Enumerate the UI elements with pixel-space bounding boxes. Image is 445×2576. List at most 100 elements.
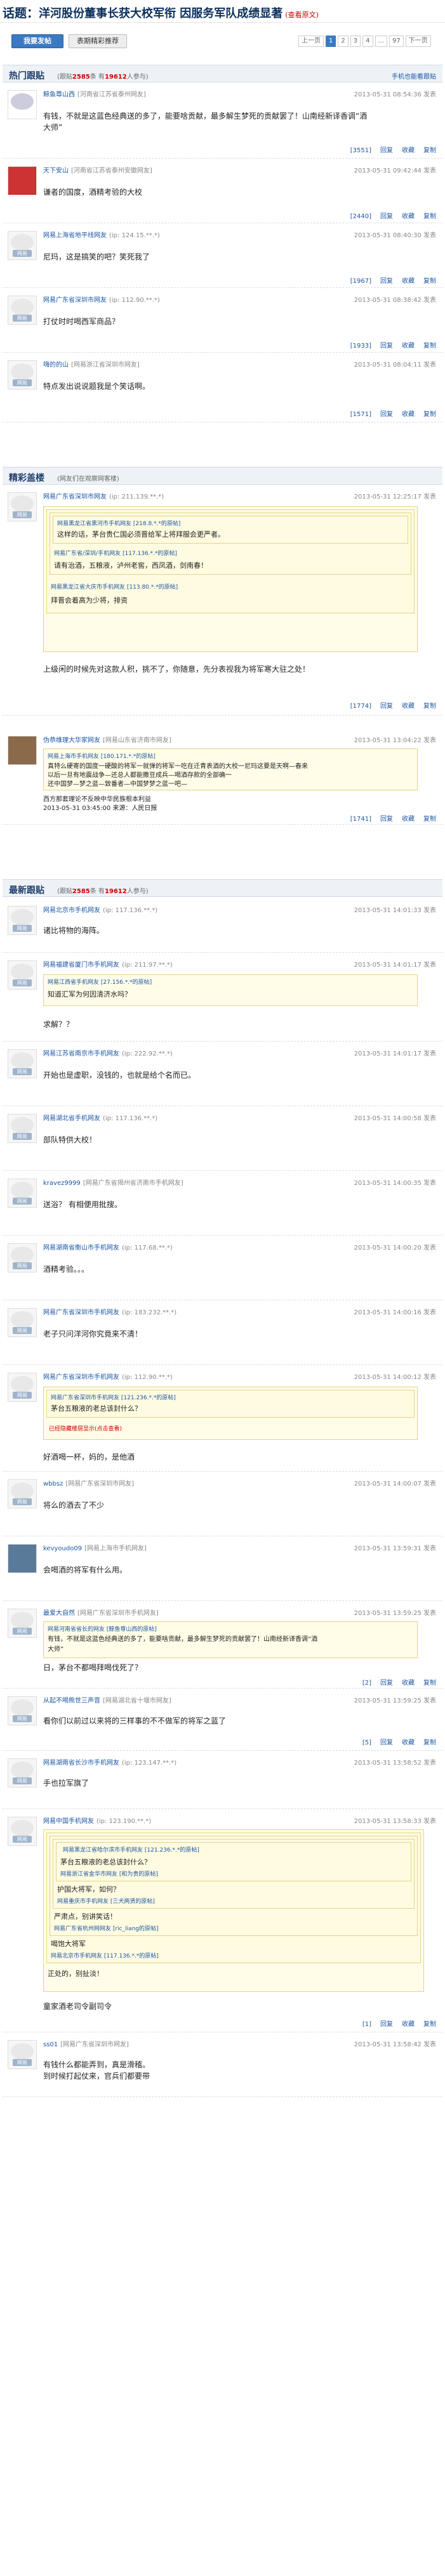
avatar[interactable]: 网易 bbox=[8, 1817, 37, 1846]
collect-button[interactable]: 收藏 bbox=[402, 1680, 415, 1687]
quick-post-button[interactable]: 我要发帖 bbox=[11, 34, 63, 48]
recommend-button[interactable]: 表期精彩推荐 bbox=[69, 34, 127, 48]
share-button[interactable]: 复制 bbox=[423, 343, 436, 350]
avatar[interactable]: 网易 bbox=[8, 960, 37, 990]
quote-author[interactable]: 网易江西省手机网友 [27.156.*.*的原帖] bbox=[48, 977, 152, 986]
username[interactable]: 网易广东省深圳市网友 bbox=[43, 297, 107, 304]
share-button[interactable]: 复制 bbox=[423, 816, 436, 823]
support-count[interactable]: [5] bbox=[362, 1739, 371, 1746]
avatar[interactable]: 网易 bbox=[8, 2040, 37, 2069]
expand-hidden-floors[interactable]: 已经隐藏楼层显示(点击查看) bbox=[49, 1424, 122, 1432]
collect-button[interactable]: 收藏 bbox=[402, 1739, 415, 1746]
avatar[interactable]: 网易 bbox=[8, 1696, 37, 1725]
avatar[interactable]: 网易 bbox=[8, 1049, 37, 1078]
quote-author[interactable]: 网易黑龙江省黑河市手机网友 [218.8.*.*的原帖] bbox=[57, 519, 180, 527]
avatar[interactable]: 网易 bbox=[8, 1243, 37, 1272]
avatar[interactable]: 网易 bbox=[8, 1479, 37, 1508]
page-97[interactable]: 97 bbox=[389, 36, 404, 47]
page-3[interactable]: 3 bbox=[350, 36, 361, 47]
reply-button[interactable]: 回复 bbox=[380, 703, 393, 710]
page-prev[interactable]: 上一页 bbox=[298, 36, 324, 47]
username[interactable]: 网易上海省地平线网友 bbox=[43, 232, 107, 239]
collect-button[interactable]: 收藏 bbox=[402, 411, 415, 418]
reply-button[interactable]: 回复 bbox=[380, 1680, 393, 1687]
avatar[interactable]: 网易 bbox=[8, 231, 37, 260]
support-count[interactable]: [1741] bbox=[350, 816, 371, 823]
quote-author[interactable]: 网易河南省省长的网友 [鲸鱼尊山西的原帖] bbox=[48, 1625, 157, 1633]
username[interactable]: kravez9999 bbox=[43, 1180, 81, 1187]
avatar[interactable]: 网易 bbox=[8, 360, 37, 389]
reply-button[interactable]: 回复 bbox=[380, 1739, 393, 1746]
quote-author[interactable]: 网易黑龙江省大庆市手机网友 [113.80.*.*的原帖] bbox=[51, 582, 178, 591]
username[interactable]: ss01 bbox=[43, 2041, 58, 2048]
avatar[interactable]: 网易 bbox=[8, 1609, 37, 1638]
share-button[interactable]: 复制 bbox=[423, 1680, 436, 1687]
quote-author[interactable]: 网易广东省杭州网网友 [ric_liang的原帖] bbox=[54, 1924, 159, 1932]
avatar[interactable]: 网易 bbox=[8, 1114, 37, 1143]
page-2[interactable]: 2 bbox=[338, 36, 349, 47]
share-button[interactable]: 复制 bbox=[423, 2021, 436, 2028]
support-count[interactable]: [1571] bbox=[350, 411, 371, 418]
collect-button[interactable]: 收藏 bbox=[402, 278, 415, 285]
username[interactable]: 网易湖南省长沙市手机网友 bbox=[43, 1760, 119, 1767]
support-count[interactable]: [1774] bbox=[350, 703, 371, 710]
username[interactable]: 网易广东省深圳市网友 bbox=[43, 494, 107, 500]
username[interactable]: 嗨的的山 bbox=[43, 362, 69, 369]
share-button[interactable]: 复制 bbox=[423, 213, 436, 220]
quote-author[interactable]: 网易浙江省金华市网友 [和为贵的原帖] bbox=[60, 1869, 158, 1878]
username[interactable]: 网易湖南省衡山市手机网友 bbox=[43, 1245, 119, 1252]
reply-button[interactable]: 回复 bbox=[380, 411, 393, 418]
collect-button[interactable]: 收藏 bbox=[402, 213, 415, 220]
collect-button[interactable]: 收藏 bbox=[402, 343, 415, 350]
reply-button[interactable]: 回复 bbox=[380, 343, 393, 350]
reply-button[interactable]: 回复 bbox=[380, 816, 393, 823]
collect-button[interactable]: 收藏 bbox=[402, 2021, 415, 2028]
reply-button[interactable]: 回复 bbox=[380, 147, 393, 154]
username[interactable]: 网易广东省深圳市手机网友 bbox=[43, 1309, 119, 1316]
avatar[interactable]: 网易 bbox=[8, 906, 37, 935]
share-button[interactable]: 复制 bbox=[423, 147, 436, 154]
support-count[interactable]: [1967] bbox=[350, 278, 371, 285]
mobile-link[interactable]: 手机也能看跟贴 bbox=[392, 71, 436, 81]
support-count[interactable]: [2440] bbox=[350, 213, 371, 220]
page-1[interactable]: 1 bbox=[326, 36, 336, 47]
support-count[interactable]: [1933] bbox=[350, 343, 371, 350]
username[interactable]: 网易中国手机网友 bbox=[43, 1818, 94, 1825]
username[interactable]: 网易北京市手机网友 bbox=[43, 907, 100, 914]
username[interactable]: 网易福建省厦门市手机网友 bbox=[43, 962, 119, 969]
username[interactable]: 网易江苏省南京市手机网友 bbox=[43, 1050, 119, 1057]
quote-author[interactable]: 网易广东省深圳市手机网友 [121.236.*.*的原帖] bbox=[51, 1393, 176, 1401]
page-4[interactable]: 4 bbox=[362, 36, 373, 47]
avatar[interactable]: 网易 bbox=[8, 1308, 37, 1337]
avatar[interactable]: 网易 bbox=[8, 492, 37, 521]
avatar[interactable] bbox=[8, 166, 37, 195]
username[interactable]: 网易湖北省手机网友 bbox=[43, 1115, 100, 1122]
support-count[interactable]: [2] bbox=[362, 1680, 371, 1687]
collect-button[interactable]: 收藏 bbox=[402, 703, 415, 710]
avatar[interactable] bbox=[8, 736, 37, 765]
collect-button[interactable]: 收藏 bbox=[402, 147, 415, 154]
quote-author[interactable]: 网易黑龙江省哈尔滨市手机网友 [121.236.*.*的原帖] bbox=[63, 1845, 199, 1854]
quote-author[interactable]: 网易上海市手机网友 [180.171.*.*的原帖] bbox=[48, 752, 156, 760]
reply-button[interactable]: 回复 bbox=[380, 2021, 393, 2028]
avatar[interactable]: 网易 bbox=[8, 296, 37, 325]
share-button[interactable]: 复制 bbox=[423, 278, 436, 285]
avatar[interactable] bbox=[8, 90, 37, 119]
share-button[interactable]: 复制 bbox=[423, 1739, 436, 1746]
avatar[interactable]: 网易 bbox=[8, 1758, 37, 1788]
quote-author[interactable]: 网易重庆市手机网友 [三犬两贤的原帖] bbox=[57, 1897, 155, 1905]
username[interactable]: wbbsz bbox=[43, 1481, 63, 1487]
username[interactable]: 天下安山 bbox=[43, 167, 69, 174]
share-button[interactable]: 复制 bbox=[423, 703, 436, 710]
username[interactable]: 伪恭维理大华家网友 bbox=[43, 737, 100, 744]
username[interactable]: 网易广东省深圳市手机网友 bbox=[43, 1374, 119, 1381]
view-original-link[interactable]: (查看原文) bbox=[285, 11, 319, 19]
username[interactable]: 从起不喝熊世三声音 bbox=[43, 1697, 100, 1704]
avatar[interactable]: 网易 bbox=[8, 1179, 37, 1208]
support-count[interactable]: [3551] bbox=[350, 147, 371, 154]
reply-button[interactable]: 回复 bbox=[380, 278, 393, 285]
username[interactable]: kevyoudo09 bbox=[43, 1545, 82, 1552]
share-button[interactable]: 复制 bbox=[423, 411, 436, 418]
avatar[interactable]: 网易 bbox=[8, 1373, 37, 1402]
support-count[interactable]: [1] bbox=[362, 2021, 371, 2028]
